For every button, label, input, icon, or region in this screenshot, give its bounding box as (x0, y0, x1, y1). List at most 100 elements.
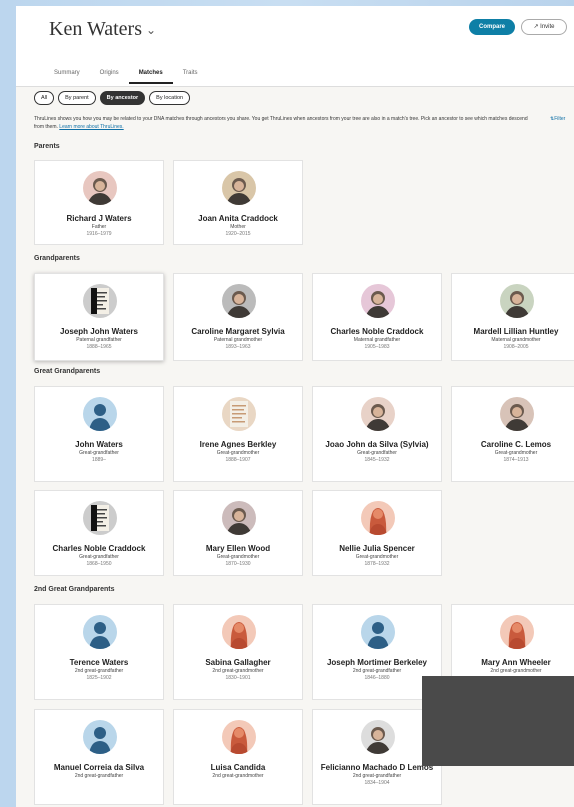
ancestor-relation: Great-grandfather (79, 450, 119, 456)
ancestor-dates: 1878–1932 (364, 561, 390, 567)
ancestor-photo (500, 397, 534, 431)
person-name-dropdown[interactable]: Ken Waters ⌄ (49, 18, 156, 41)
ancestor-card[interactable]: Terence Waters 2nd great-grandfather 1825–… (34, 604, 164, 700)
ancestor-card[interactable]: Nellie Julia Spencer Great-grandmother 187… (312, 490, 442, 576)
ancestor-card[interactable]: Charles Noble Craddock Great-grandfather 1… (34, 490, 164, 576)
ancestor-name: Richard J Waters (66, 214, 132, 223)
female-silhouette-icon (222, 615, 256, 649)
ancestor-name: Felicianno Machado D Lemos (320, 763, 434, 772)
male-silhouette-icon (83, 397, 117, 431)
ancestor-relation: Mother (230, 224, 246, 230)
ancestor-relation: Great-grandmother (355, 554, 399, 560)
section-parents: Parents (34, 143, 60, 150)
female-silhouette-icon (222, 720, 256, 754)
ancestor-dates: 1888–1965 (86, 344, 112, 350)
filter-by-parent[interactable]: By parent (58, 91, 96, 105)
ancestor-relation: Great-grandmother (216, 554, 260, 560)
ancestor-photo (222, 501, 256, 535)
header-divider (16, 86, 574, 87)
ancestor-dates: 1889– (92, 457, 106, 463)
ancestor-name: Sabina Gallagher (205, 658, 271, 667)
ancestor-relation: 2nd great-grandmother (212, 668, 264, 674)
filter-by-location[interactable]: By location (149, 91, 191, 105)
ancestor-relation: Great-grandfather (357, 450, 397, 456)
ancestor-name: Joao John da Silva (Sylvia) (325, 440, 429, 449)
ancestor-dates: 1874–1913 (503, 457, 529, 463)
invite-label: Invite (540, 24, 555, 30)
ancestor-card[interactable]: Caroline Margaret Sylvia Paternal grandmo… (173, 273, 303, 361)
tab-matches[interactable]: Matches (128, 68, 173, 84)
ancestor-relation: 2nd great-grandfather (352, 668, 402, 674)
tab-bar: Summary Origins Matches Traits (44, 68, 207, 86)
ancestor-relation: 2nd great-grandfather (352, 773, 402, 779)
ancestor-card[interactable]: Joao John da Silva (Sylvia) Great-grandfa… (312, 386, 442, 482)
filter-all[interactable]: All (34, 91, 55, 105)
ancestor-name: Mardell Lillian Huntley (473, 327, 559, 336)
ancestor-name: Manuel Correia da Silva (53, 763, 145, 772)
tab-origins[interactable]: Origins (90, 68, 129, 82)
female-silhouette-icon (500, 615, 534, 649)
ancestor-name: Charles Noble Craddock (330, 327, 424, 336)
invite-button[interactable]: ↗ Invite (521, 19, 567, 35)
male-silhouette-icon (83, 720, 117, 754)
ancestor-card[interactable]: Mardell Lillian Huntley Maternal grandmot… (451, 273, 574, 361)
tab-summary[interactable]: Summary (44, 68, 90, 82)
ancestor-photo (222, 397, 256, 431)
ancestor-photo (361, 284, 395, 318)
ancestor-card[interactable]: Joseph John Waters Paternal grandfather 18… (34, 273, 164, 361)
ancestor-relation: Father (91, 224, 107, 230)
ancestor-dates: 1868–1950 (86, 561, 112, 567)
ancestor-relation: 2nd great-grandfather (74, 668, 124, 674)
male-silhouette-icon (361, 615, 395, 649)
ancestor-relation: Maternal grandfather (353, 337, 401, 343)
thrulines-description: ThruLines shows you how you may be relat… (34, 115, 534, 131)
ancestor-name: Luisa Candida (210, 763, 266, 772)
ancestor-card[interactable]: Irene Agnes Berkley Great-grandmother 1888… (173, 386, 303, 482)
ancestor-card[interactable]: Mary Ellen Wood Great-grandmother 1870–193… (173, 490, 303, 576)
filter-by-ancestor[interactable]: By ancestor (99, 91, 146, 105)
ancestor-card[interactable]: Richard J Waters Father 1916–1979 (34, 160, 164, 245)
ancestor-photo (222, 284, 256, 318)
filter-label: Filter (554, 116, 566, 122)
filter-button[interactable]: ⇅Filter (550, 116, 565, 122)
ancestor-relation: 2nd great-grandfather (74, 773, 124, 779)
ancestor-photo (500, 284, 534, 318)
ancestor-card[interactable]: Charles Noble Craddock Maternal grandfath… (312, 273, 442, 361)
tab-traits[interactable]: Traits (173, 68, 208, 82)
ancestor-card[interactable]: Sabina Gallagher 2nd great-grandmother 183… (173, 604, 303, 700)
ancestor-relation: Great-grandfather (79, 554, 119, 560)
ancestor-relation: 2nd great-grandmother (212, 773, 264, 779)
ancestor-name: Caroline Margaret Sylvia (191, 327, 285, 336)
ancestor-photo (83, 284, 117, 318)
ancestor-card[interactable]: Caroline C. Lemos Great-grandmother 1874–1… (451, 386, 574, 482)
redaction-block (422, 676, 574, 766)
ancestor-photo (83, 171, 117, 205)
ancestor-dates: 1908–2005 (503, 344, 529, 350)
thrulines-panel: Ken Waters ⌄ Compare ↗ Invite Summary Ori… (16, 6, 574, 807)
ancestor-photo (83, 501, 117, 535)
ancestor-card[interactable]: Luisa Candida 2nd great-grandmother (173, 709, 303, 805)
ancestor-dates: 1920–2015 (225, 231, 251, 237)
compare-button[interactable]: Compare (469, 19, 515, 35)
ancestor-name: Caroline C. Lemos (480, 440, 552, 449)
ancestor-card[interactable]: Joan Anita Craddock Mother 1920–2015 (173, 160, 303, 245)
ancestor-dates: 1846–1880 (364, 675, 390, 681)
ancestor-dates: 1834–1904 (364, 780, 390, 786)
ancestor-photo (222, 171, 256, 205)
ancestor-dates: 1845–1932 (364, 457, 390, 463)
section-grandparents: Grandparents (34, 255, 80, 262)
ancestor-card[interactable]: Manuel Correia da Silva 2nd great-grandfa… (34, 709, 164, 805)
ancestor-dates: 1870–1930 (225, 561, 251, 567)
ancestor-relation: Paternal grandfather (76, 337, 122, 343)
ancestor-name: Joan Anita Craddock (198, 214, 278, 223)
ancestor-relation: Paternal grandmother (213, 337, 263, 343)
ancestor-photo (361, 397, 395, 431)
learn-more-link[interactable]: Learn more about ThruLines. (59, 124, 123, 130)
ancestor-dates: 1905–1983 (364, 344, 390, 350)
ancestor-name: Mary Ann Wheeler (481, 658, 551, 667)
ancestor-name: John Waters (75, 440, 123, 449)
ancestor-relation: Maternal grandmother (491, 337, 541, 343)
ancestor-card[interactable]: John Waters Great-grandfather 1889– (34, 386, 164, 482)
share-icon: ↗ (533, 24, 539, 30)
ancestor-name: Charles Noble Craddock (52, 544, 146, 553)
